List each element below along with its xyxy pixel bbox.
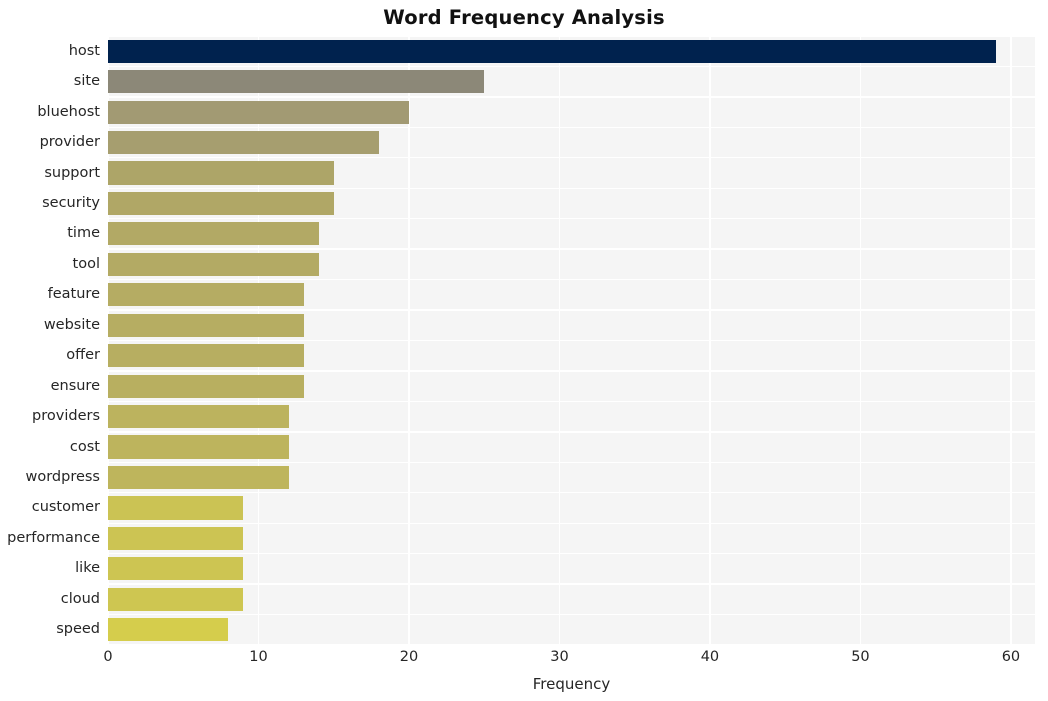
y-tick-label-security: security [42,194,100,211]
bar-row [108,188,1035,218]
y-tick-label-providers: providers [32,408,100,425]
bar-customer [108,496,244,520]
y-tick-label-provider: provider [39,134,100,151]
bar-like [108,557,244,581]
y-tick-label-performance: performance [7,529,100,546]
bar-bluehost [108,100,409,124]
y-tick-label-wordpress: wordpress [25,469,100,486]
bar-row [108,584,1035,614]
y-tick-label-support: support [44,164,100,181]
bar-time [108,222,319,246]
bar-row [108,249,1035,279]
y-tick-label-like: like [75,560,100,577]
x-tick-label-50: 50 [851,649,870,665]
x-tick-label-0: 0 [103,649,113,665]
bar-providers [108,405,289,429]
y-tick-label-site: site [73,73,100,90]
bar-row [108,615,1035,645]
bar-cloud [108,587,244,611]
bar-security [108,191,334,216]
bar-cost [108,435,289,459]
bar-host [108,39,996,63]
x-tick-label-20: 20 [399,649,419,665]
bar-row [108,493,1035,523]
bar-row [108,280,1035,310]
bar-row [108,158,1035,188]
bar-row [108,554,1035,584]
y-tick-label-time: time [67,225,100,242]
y-tick-label-bluehost: bluehost [37,103,100,120]
bar-speed [108,618,229,642]
y-tick-label-cost: cost [69,438,100,455]
bar-row [108,432,1035,462]
bar-website [108,313,304,337]
bar-row [108,66,1035,96]
y-tick-label-feature: feature [47,286,100,303]
y-tick-label-tool: tool [72,255,100,272]
y-tick-label-offer: offer [66,347,100,364]
bar-site [108,70,485,94]
bar-row [108,36,1035,66]
bar-wordpress [108,465,289,490]
y-tick-label-speed: speed [56,621,100,638]
bar-row [108,97,1035,127]
bar-tool [108,252,319,276]
x-axis-tick-labels: 0 10 20 30 40 50 60 [103,649,1035,672]
bar-support [108,161,334,185]
bar-chart-figure: Word Frequency Analysis host site bluehost… [0,0,1048,701]
bar-row [108,310,1035,340]
y-tick-label-host: host [68,42,100,59]
bar-row [108,341,1035,371]
plot-area [108,36,1035,645]
x-tick-label-60: 60 [1001,649,1021,665]
x-tick-label-10: 10 [249,649,268,665]
bar-feature [108,283,304,307]
bar-provider [108,130,379,155]
x-axis-label: Frequency [532,675,611,693]
bar-performance [108,526,244,550]
page-title: Word Frequency Analysis [383,6,665,29]
bar-row [108,523,1035,553]
y-axis-tick-labels: host site bluehost provider support security t… [0,36,100,645]
x-tick-label-30: 30 [550,649,569,665]
y-tick-label-website: website [43,316,100,333]
bar-row [108,127,1035,157]
bar-row [108,462,1035,492]
bar-offer [108,344,304,368]
y-tick-label-ensure: ensure [50,377,100,394]
bar-row [108,371,1035,401]
bar-ensure [108,374,304,398]
y-tick-label-customer: customer [31,499,100,516]
y-tick-label-cloud: cloud [60,590,100,607]
bar-row [108,401,1035,431]
bar-row [108,219,1035,249]
x-tick-label-40: 40 [700,649,720,665]
